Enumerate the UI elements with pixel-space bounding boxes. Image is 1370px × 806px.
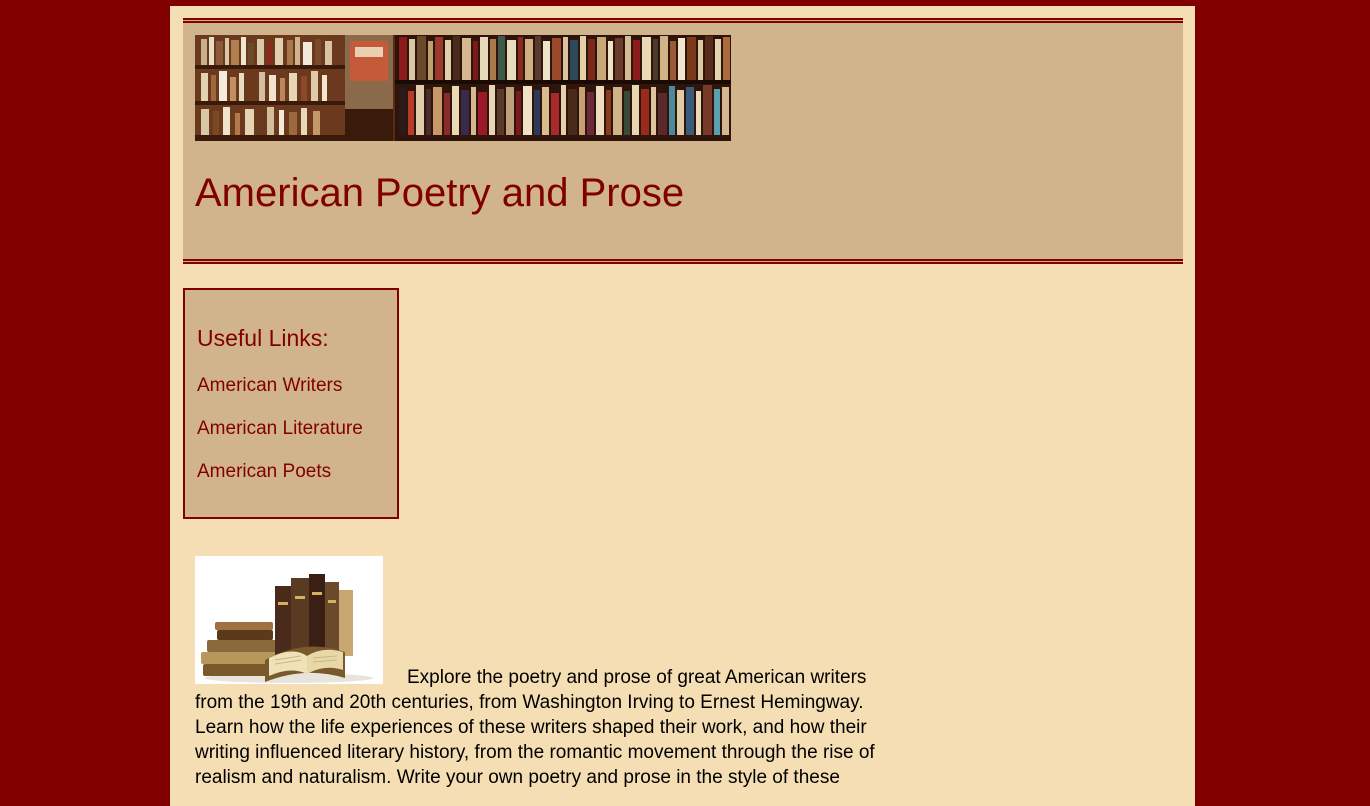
page-container: American Poetry and Prose Useful Links: …	[170, 6, 1195, 806]
link-american-writers[interactable]: American Writers	[197, 376, 342, 395]
sidebar-heading: Useful Links:	[197, 325, 329, 351]
site-header: American Poetry and Prose	[183, 18, 1183, 264]
page-title: American Poetry and Prose	[195, 171, 685, 215]
link-american-poets[interactable]: American Poets	[197, 462, 331, 481]
link-american-literature[interactable]: American Literature	[197, 419, 363, 438]
bookshelf-banner-image	[195, 35, 731, 141]
intro-paragraph: Explore the poetry and prose of great Am…	[195, 667, 875, 788]
useful-links-sidebar: Useful Links: American Writers American …	[183, 288, 399, 519]
